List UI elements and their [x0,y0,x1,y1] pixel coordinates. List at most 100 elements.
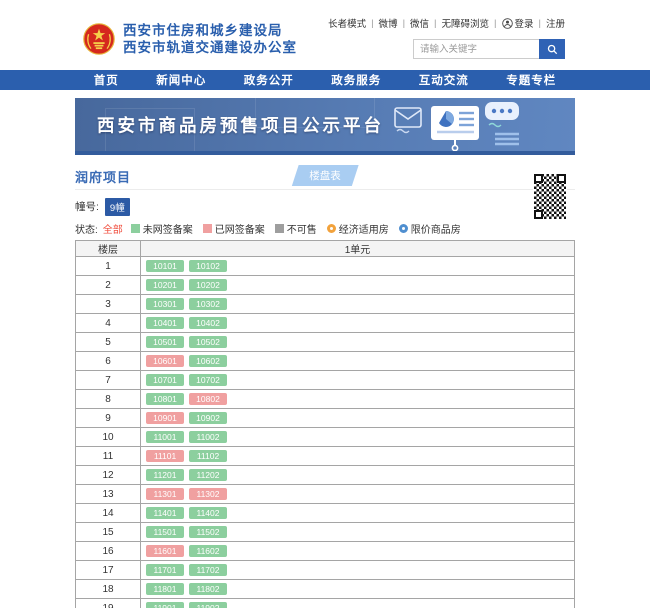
status-filter-all[interactable]: 全部 [103,221,123,236]
nav-item-0[interactable]: 首页 [94,72,119,88]
unit-cell-10902[interactable]: 10902 [189,411,227,424]
legend-item-0[interactable]: 未网签备案 [130,221,193,236]
nav-item-3[interactable]: 政务服务 [331,72,381,88]
unit-cell-10402[interactable]: 10402 [189,316,227,329]
search-icon [547,44,557,54]
legend-item-3[interactable]: 经济适用房 [326,221,389,236]
utility-link-0[interactable]: 长者模式 [328,16,366,30]
unit-cell-11202[interactable]: 11202 [189,468,227,481]
floor-row: 3 10301 10302 [75,294,575,314]
unit-cell-10801[interactable]: 10801 [146,392,184,405]
unit-cell-11702[interactable]: 11702 [189,563,227,576]
utility-link-1[interactable]: 微博 [379,16,398,30]
search-input[interactable] [413,39,539,59]
floor-row: 13 11301 11302 [75,484,575,504]
utility-link-4[interactable]: 登录 [501,16,534,30]
unit-cell-10302[interactable]: 10302 [189,297,227,310]
unit-cell-11102[interactable]: 11102 [189,449,227,462]
units-cell-container: 11601 11602 [140,541,575,561]
unit-cell-10501[interactable]: 10501 [146,335,184,348]
floor-header: 楼层 [75,240,141,257]
units-cell-container: 11101 11102 [140,446,575,466]
page: 西安市住房和城乡建设局 西安市轨道交通建设办公室 长者模式 | 微博 | 微信 | 无障碍浏… [0,0,650,608]
unit-cell-10602[interactable]: 10602 [189,354,227,367]
unit-cell-11301[interactable]: 11301 [146,487,184,500]
unit-cell-11601[interactable]: 11601 [146,544,184,557]
unit-cell-11501[interactable]: 11501 [146,525,184,538]
utility-separator: | [434,17,437,29]
unit-cell-11302[interactable]: 11302 [189,487,227,500]
unit-cell-10202[interactable]: 10202 [189,278,227,291]
floor-row: 11 11101 11102 [75,446,575,466]
unit-cell-10102[interactable]: 10102 [189,259,227,272]
org-line1: 西安市住房和城乡建设局 [123,23,283,38]
floor-label: 5 [75,332,141,352]
floor-label: 8 [75,389,141,409]
floor-label: 16 [75,541,141,561]
legend-item-1[interactable]: 已网签备案 [202,221,265,236]
unit-cell-11001[interactable]: 11001 [146,430,184,443]
unit-cell-10702[interactable]: 10702 [189,373,227,386]
unit-cell-11902[interactable]: 11902 [189,601,227,608]
floor-label: 9 [75,408,141,428]
legend-item-4[interactable]: 限价商品房 [398,221,461,236]
unit-cell-11701[interactable]: 11701 [146,563,184,576]
legend-label: 不可售 [286,225,317,236]
unit-cell-11402[interactable]: 11402 [189,506,227,519]
unit-cell-10502[interactable]: 10502 [189,335,227,348]
project-title: 润府项目 [75,170,132,185]
brand: 西安市住房和城乡建设局 西安市轨道交通建设办公室 [83,22,297,56]
floor-label: 7 [75,370,141,390]
nav-item-4[interactable]: 互动交流 [419,72,469,88]
unit-cell-10901[interactable]: 10901 [146,411,184,424]
floor-row: 7 10701 10702 [75,370,575,390]
floor-row: 1 10101 10102 [75,256,575,276]
utility-link-5[interactable]: 注册 [546,16,565,30]
tab-building-table[interactable]: 楼盘表 [291,165,359,186]
legend-square-icon [130,224,140,233]
building-9-button[interactable]: 9幢 [104,197,130,216]
floor-row: 5 10501 10502 [75,332,575,352]
utility-link-3[interactable]: 无障碍浏览 [442,16,490,30]
unit-cell-10201[interactable]: 10201 [146,278,184,291]
legend-item-2[interactable]: 不可售 [274,221,317,236]
building-label: 幢号: [75,201,99,213]
unit-cell-11802[interactable]: 11802 [189,582,227,595]
unit-cell-11801[interactable]: 11801 [146,582,184,595]
unit-header: 1单元 [140,240,575,257]
utility-link-2[interactable]: 微信 [410,16,429,30]
nav-item-2[interactable]: 政务公开 [244,72,294,88]
floor-label: 11 [75,446,141,466]
unit-cell-10601[interactable]: 10601 [146,354,184,367]
unit-cell-11901[interactable]: 11901 [146,601,184,608]
floor-row: 16 11601 11602 [75,541,575,561]
unit-cell-11201[interactable]: 11201 [146,468,184,481]
unit-cell-11101[interactable]: 11101 [146,449,184,462]
unit-cell-11401[interactable]: 11401 [146,506,184,519]
nav-items: 首页 新闻中心 政务公开 政务服务 互动交流 专题专栏 [75,70,575,90]
unit-cell-10701[interactable]: 10701 [146,373,184,386]
floor-label: 18 [75,579,141,599]
unit-cell-10401[interactable]: 10401 [146,316,184,329]
nav-item-1[interactable]: 新闻中心 [156,72,206,88]
unit-cell-10301[interactable]: 10301 [146,297,184,310]
utility-links: 长者模式 | 微博 | 微信 | 无障碍浏览 | 登录 | 注册 [325,16,565,31]
unit-cell-11602[interactable]: 11602 [189,544,227,557]
unit-cell-11002[interactable]: 11002 [189,430,227,443]
floor-label: 1 [75,256,141,276]
org-name: 西安市住房和城乡建设局 西安市轨道交通建设办公室 [123,22,297,56]
legend-circle-icon [398,224,408,233]
utility-separator: | [402,17,406,29]
search-bar [325,39,565,59]
legend-circle-icon [326,224,336,233]
unit-cell-11502[interactable]: 11502 [189,525,227,538]
units-cell-container: 10301 10302 [140,294,575,314]
search-button[interactable] [539,39,565,59]
units-cell-container: 11001 11002 [140,427,575,447]
unit-cell-10101[interactable]: 10101 [146,259,184,272]
nav-item-5[interactable]: 专题专栏 [506,72,556,88]
floor-label: 19 [75,598,141,608]
unit-cell-10802[interactable]: 10802 [189,392,227,405]
units-cell-container: 10401 10402 [140,313,575,333]
floor-row: 4 10401 10402 [75,313,575,333]
